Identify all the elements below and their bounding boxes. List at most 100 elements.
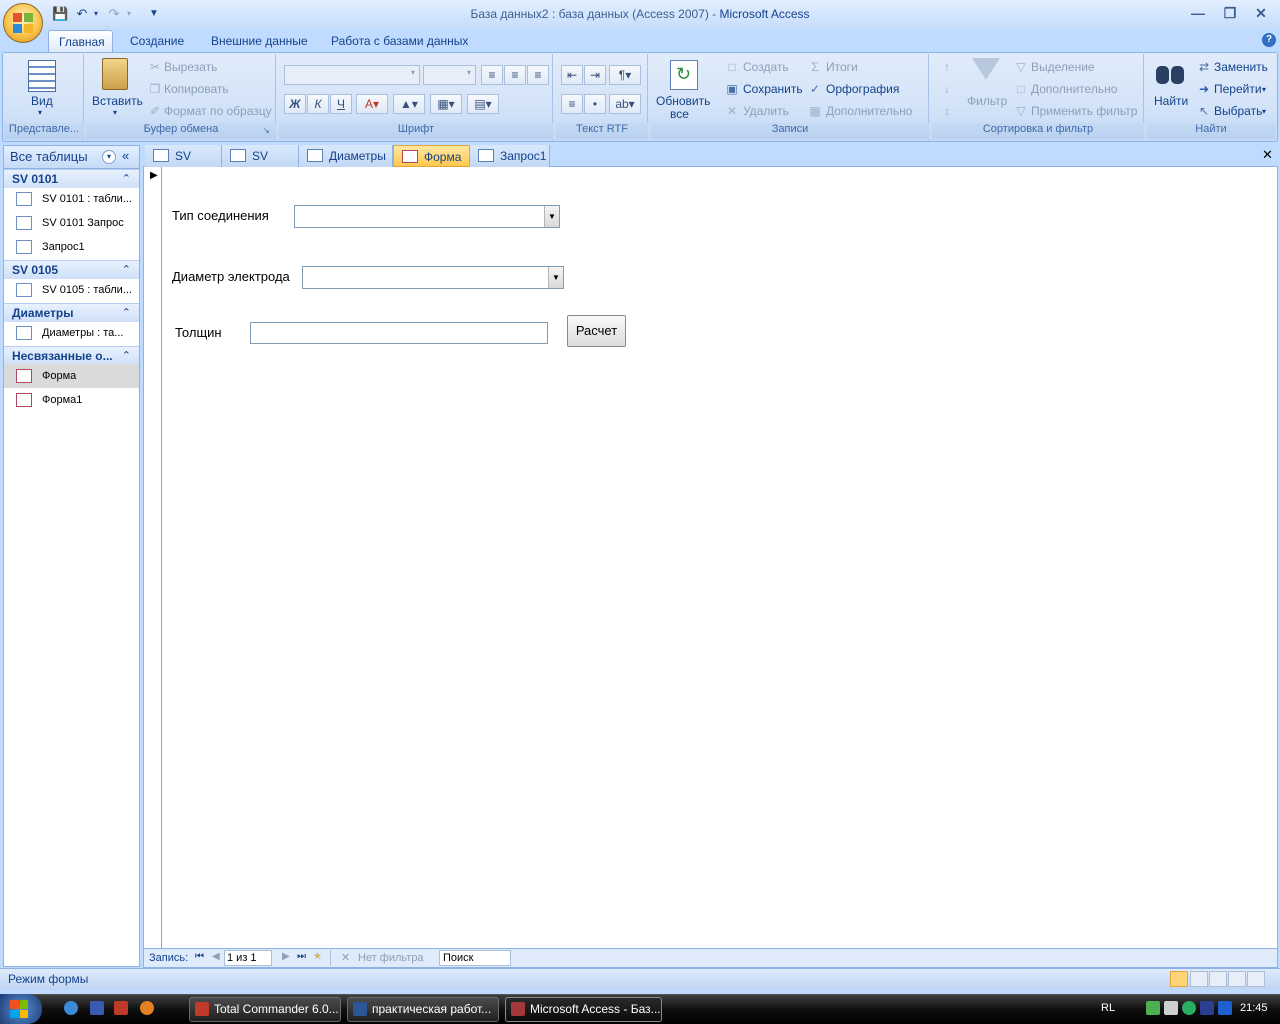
italic-button[interactable]: К — [307, 94, 329, 114]
pivot-chart-view-icon[interactable] — [1228, 971, 1246, 987]
view-icon[interactable] — [28, 60, 56, 92]
nav-group-sv0101[interactable]: SV 0101 ⌃ — [4, 169, 139, 188]
quicklaunch-floppy-icon[interactable] — [114, 1001, 128, 1015]
font-size-select[interactable]: ▾ — [423, 65, 476, 85]
nav-collapse-icon[interactable]: « — [122, 148, 129, 163]
decrease-indent-icon[interactable]: ⇤ — [561, 65, 583, 85]
datasheet-view-icon[interactable] — [1190, 971, 1208, 987]
chevron-down-icon[interactable]: ▼ — [548, 267, 563, 288]
language-indicator[interactable]: RL — [1101, 1002, 1115, 1014]
nav-group-diameters[interactable]: Диаметры ⌃ — [4, 303, 139, 322]
view-button[interactable]: Вид — [31, 94, 53, 108]
nav-item-form1[interactable]: Форма1 — [4, 388, 139, 412]
tray-app-icon[interactable] — [1182, 1001, 1196, 1015]
tab-create[interactable]: Создание — [120, 30, 194, 52]
sort-ascending-icon[interactable]: ↑ — [940, 60, 954, 74]
dialog-launcher-icon[interactable]: ↘ — [263, 126, 270, 135]
tab-home[interactable]: Главная — [48, 30, 113, 52]
refresh-icon[interactable]: ↻ — [670, 60, 698, 90]
paste-icon[interactable] — [102, 58, 128, 90]
clock[interactable]: 21:45 — [1240, 1002, 1268, 1014]
nav-menu-dropdown-icon[interactable]: ▾ — [102, 150, 116, 164]
paragraph-direction-icon[interactable]: ¶▾ — [609, 65, 641, 85]
minimize-icon[interactable]: — — [1187, 4, 1209, 22]
last-record-icon[interactable]: ⏭ — [297, 951, 306, 962]
tray-media-icon[interactable] — [1218, 1001, 1232, 1015]
clear-sort-icon[interactable]: ↕ — [940, 104, 954, 118]
font-color-icon[interactable]: A▾ — [356, 94, 388, 114]
sort-descending-icon[interactable]: ↓ — [940, 82, 954, 96]
align-right-icon[interactable]: ≡ — [527, 65, 549, 85]
copy-button[interactable]: Копировать — [164, 82, 229, 96]
save-record-button[interactable]: Сохранить — [743, 82, 803, 96]
select-dropdown-icon[interactable]: ▾ — [1262, 107, 1266, 116]
nav-item-table-diameters[interactable]: Диаметры : та... — [4, 321, 139, 345]
taskbar-item-total-commander[interactable]: Total Commander 6.0... — [189, 997, 341, 1022]
current-record-input[interactable]: 1 из 1 — [224, 950, 272, 966]
spelling-button[interactable]: Орфография — [826, 82, 899, 96]
paste-button[interactable]: Вставить — [92, 94, 143, 108]
nav-item-query-sv0101[interactable]: SV 0101 Запрос — [4, 211, 139, 235]
binoculars-icon[interactable] — [1156, 60, 1186, 88]
start-button[interactable] — [0, 994, 42, 1024]
taskbar-item-access[interactable]: Microsoft Access - Баз... — [505, 997, 662, 1022]
next-record-icon[interactable]: ▶ — [282, 951, 290, 962]
nav-item-form[interactable]: Форма — [4, 364, 139, 388]
nav-pane-header[interactable]: Все таблицы — [3, 145, 140, 169]
apply-filter-button[interactable]: Применить фильтр — [1031, 104, 1137, 118]
select-button[interactable]: Выбрать — [1214, 104, 1262, 118]
fill-color-icon[interactable]: ▲▾ — [393, 94, 425, 114]
view-dropdown-icon[interactable]: ▾ — [38, 108, 42, 117]
volume-icon[interactable] — [1164, 1001, 1178, 1015]
nav-group-unrelated[interactable]: Несвязанные о... ⌃ — [4, 346, 139, 365]
doc-tab-query1[interactable]: Запрос1 — [470, 145, 550, 167]
tab-database-tools[interactable]: Работа с базами данных — [321, 30, 478, 52]
selection-button[interactable]: Выделение — [1031, 60, 1095, 74]
thickness-input[interactable] — [250, 322, 548, 344]
delete-record-button[interactable]: Удалить — [743, 104, 789, 118]
help-icon[interactable]: ? — [1262, 33, 1276, 47]
nav-group-sv0105[interactable]: SV 0105 ⌃ — [4, 260, 139, 279]
record-selector[interactable]: ▶ — [144, 167, 162, 948]
find-button[interactable]: Найти — [1154, 94, 1188, 108]
increase-indent-icon[interactable]: ⇥ — [584, 65, 606, 85]
doc-tab-form[interactable]: Форма — [393, 145, 470, 167]
close-document-icon[interactable]: ✕ — [1262, 147, 1273, 163]
alternate-fill-icon[interactable]: ▤▾ — [467, 94, 499, 114]
taskbar-item-word[interactable]: практическая работ... — [347, 997, 499, 1022]
maximize-icon[interactable]: ❐ — [1219, 4, 1241, 22]
filter-icon[interactable] — [972, 58, 1000, 80]
quicklaunch-browser-icon[interactable] — [140, 1001, 154, 1015]
close-icon[interactable]: ✕ — [1250, 4, 1272, 22]
doc-tab-diameters[interactable]: Диаметры — [299, 145, 393, 167]
first-record-icon[interactable]: ⏮ — [195, 951, 204, 962]
new-record-button[interactable]: Создать — [743, 60, 789, 74]
paste-dropdown-icon[interactable]: ▾ — [113, 108, 117, 117]
ie-icon[interactable] — [64, 1001, 78, 1015]
doc-tab-sv0105[interactable]: SV 0105 — [222, 145, 299, 185]
refresh-all-button-line2[interactable]: все — [670, 107, 689, 121]
calculate-button[interactable]: Расчет — [567, 315, 626, 347]
doc-tab-sv0101[interactable]: SV 0101 — [145, 145, 222, 185]
underline-button[interactable]: Ч — [330, 94, 352, 114]
new-record-nav-icon[interactable]: ★ — [313, 951, 322, 962]
highlight-icon[interactable]: ab▾ — [609, 94, 641, 114]
office-button[interactable] — [3, 3, 43, 43]
align-left-icon[interactable]: ≡ — [481, 65, 503, 85]
refresh-all-button[interactable]: Обновить — [656, 94, 710, 108]
bold-button[interactable]: Ж — [284, 94, 306, 114]
advanced-filter-button[interactable]: Дополнительно — [1031, 82, 1117, 96]
tray-app2-icon[interactable] — [1200, 1001, 1214, 1015]
form-view-icon[interactable] — [1170, 971, 1188, 987]
font-name-select[interactable]: ▾ — [284, 65, 420, 85]
format-painter-button[interactable]: Формат по образцу — [164, 104, 272, 118]
connection-type-combo[interactable]: ▼ — [294, 205, 560, 228]
goto-dropdown-icon[interactable]: ▾ — [1262, 85, 1266, 94]
nav-item-table-sv0105[interactable]: SV 0105 : табли... — [4, 278, 139, 302]
pivot-table-view-icon[interactable] — [1209, 971, 1227, 987]
cut-button[interactable]: Вырезать — [164, 60, 217, 74]
nav-item-table-sv0101[interactable]: SV 0101 : табли... — [4, 187, 139, 211]
filter-status[interactable]: Нет фильтра — [358, 952, 424, 964]
design-view-icon[interactable] — [1247, 971, 1265, 987]
numbering-icon[interactable]: ≡ — [561, 94, 583, 114]
